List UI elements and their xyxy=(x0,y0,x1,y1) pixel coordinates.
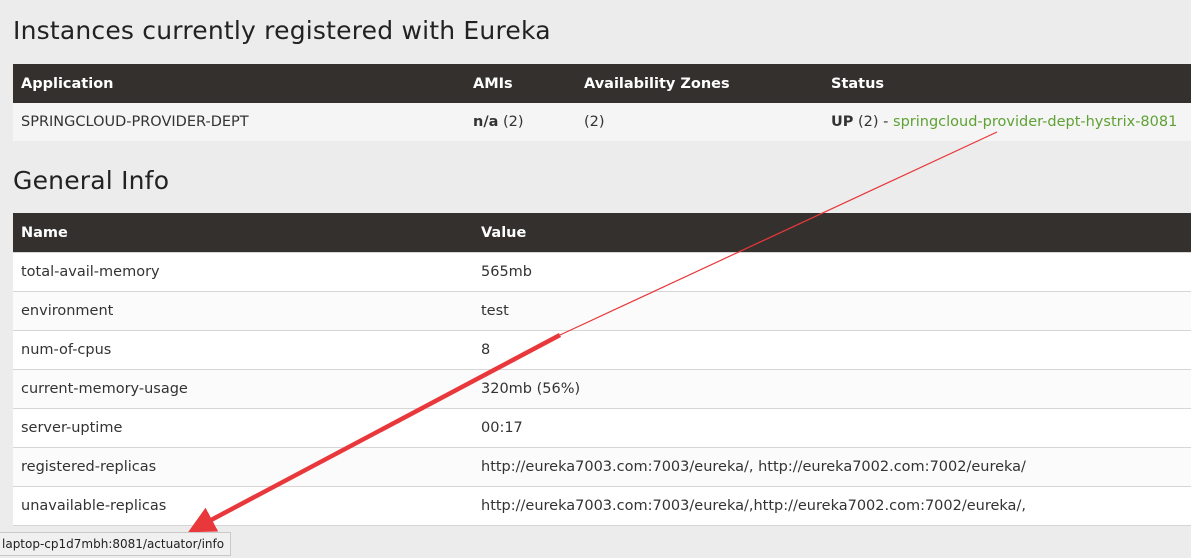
info-name: current-memory-usage xyxy=(13,369,473,409)
col-availability-zones: Availability Zones xyxy=(576,64,823,103)
instances-title: Instances currently registered with Eure… xyxy=(13,16,551,45)
general-info-table: Name Value total-avail-memory 565mb envir… xyxy=(13,213,1191,526)
status-value: UP xyxy=(831,114,854,130)
general-info-title: General Info xyxy=(13,166,170,195)
instance-link[interactable]: springcloud-provider-dept-hystrix-8081 xyxy=(893,114,1177,130)
info-name: registered-replicas xyxy=(13,447,473,487)
status-count: (2) - xyxy=(853,114,894,130)
info-value: http://eureka7003.com:7003/eureka/,http:… xyxy=(473,486,1191,526)
info-value: 320mb (56%) xyxy=(473,369,1191,409)
col-name: Name xyxy=(13,213,473,253)
info-value: 8 xyxy=(473,330,1191,370)
info-name: num-of-cpus xyxy=(13,330,473,370)
info-name: environment xyxy=(13,291,473,331)
info-name: unavailable-replicas xyxy=(13,486,473,526)
amis-value: n/a xyxy=(473,114,499,130)
info-value: 00:17 xyxy=(473,408,1191,448)
browser-status-bar: laptop-cp1d7mbh:8081/actuator/info xyxy=(0,532,232,556)
table-row: environment test xyxy=(13,291,1191,331)
status-bar-url: laptop-cp1d7mbh:8081/actuator/info xyxy=(2,537,225,551)
table-row: current-memory-usage 320mb (56%) xyxy=(13,369,1191,409)
col-status: Status xyxy=(823,64,1191,103)
zones-cell: (2) xyxy=(576,103,823,141)
application-name: SPRINGCLOUD-PROVIDER-DEPT xyxy=(13,103,465,141)
info-value: http://eureka7003.com:7003/eureka/, http… xyxy=(473,447,1191,487)
info-name: total-avail-memory xyxy=(13,252,473,292)
instances-table: Application AMIs Availability Zones Stat… xyxy=(13,64,1191,141)
col-application: Application xyxy=(13,64,465,103)
col-value: Value xyxy=(473,213,1191,253)
info-value: test xyxy=(473,291,1191,331)
table-row: num-of-cpus 8 xyxy=(13,330,1191,370)
amis-count: (2) xyxy=(498,114,524,130)
info-name: server-uptime xyxy=(13,408,473,448)
table-row: registered-replicas http://eureka7003.com… xyxy=(13,447,1191,487)
table-row: unavailable-replicas http://eureka7003.co… xyxy=(13,486,1191,526)
table-row: total-avail-memory 565mb xyxy=(13,252,1191,292)
amis-cell: n/a (2) xyxy=(465,103,576,141)
table-row: SPRINGCLOUD-PROVIDER-DEPT n/a (2) (2) UP… xyxy=(13,103,1191,141)
table-row: server-uptime 00:17 xyxy=(13,408,1191,448)
info-value: 565mb xyxy=(473,252,1191,292)
col-amis: AMIs xyxy=(465,64,576,103)
status-cell: UP (2) - springcloud-provider-dept-hystr… xyxy=(823,103,1191,141)
